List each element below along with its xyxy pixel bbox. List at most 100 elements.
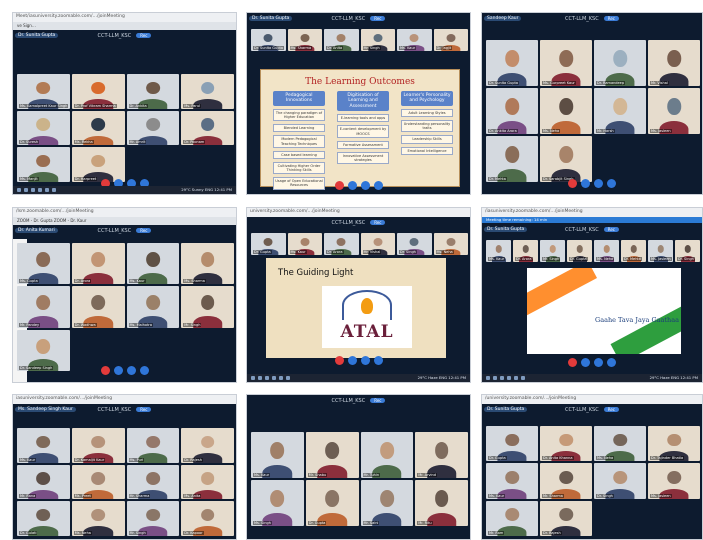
leave-call-icon[interactable] [373,356,383,365]
participant-video-tile[interactable]: Ms. Sharma [181,243,234,285]
participant-video-tile[interactable]: Mr. Harsh [594,88,646,134]
taskbar-app-icon[interactable] [493,376,497,380]
participant-video-tile[interactable]: Dr. Tajinder Bhatia [648,426,700,462]
participant-video-tile[interactable]: Mr. Vishal [648,40,700,86]
record-button[interactable]: Rec [370,398,386,403]
taskbar-app-icon[interactable] [272,376,276,380]
camera-icon[interactable] [347,356,357,365]
participant-video-tile[interactable]: Ms. Jasleen [648,88,700,134]
mic-off-icon[interactable] [334,181,344,190]
participant-video-tile[interactable]: Ms. Neha [594,426,646,462]
participant-video-tile[interactable]: Ms. Kaur [486,463,538,499]
taskbar-app-icon[interactable] [45,188,49,192]
participant-video-tile[interactable]: Dr. Singh [397,233,432,255]
browser-address-bar[interactable]: Meet/iasuniversity.zoomable.com/…/joinMe… [13,13,236,22]
participant-video-tile[interactable]: Ms. Anita [181,464,234,500]
participant-video-tile[interactable]: Mr. Amrit [126,110,180,146]
participant-video-tile[interactable]: Dr. Gulati [17,501,70,536]
taskbar-app-icon[interactable] [286,376,290,380]
taskbar-app-icon[interactable] [258,376,262,380]
participant-video-tile[interactable]: Ms. Sharma [287,29,322,51]
taskbar-app-icon[interactable] [514,376,518,380]
participant-video-tile[interactable]: Dr. Kapoor [181,501,234,536]
browser-tab-bar[interactable]: ZOOM - Dr. Gupta ZOOM - Dr. Kaur [13,217,236,225]
participant-video-tile[interactable]: Dr. Prof Vikram Sharma [71,74,125,109]
taskbar-app-icon[interactable] [24,188,28,192]
participant-video-tile[interactable]: Ms. Kaur [251,432,304,478]
participant-video-tile[interactable]: Mr. Tuhin [360,432,414,478]
camera-icon[interactable] [581,179,590,188]
camera-icon[interactable] [581,358,590,367]
participant-video-tile[interactable]: Mr. Rana [17,464,70,500]
mic-off-icon[interactable] [100,366,110,375]
participant-video-tile[interactable]: Dr. Mehta [621,240,646,262]
participant-video-tile[interactable]: Mr. Arvind [415,432,468,478]
share-screen-icon[interactable] [594,358,603,367]
participant-video-tile[interactable]: Mr. Ram [486,500,538,536]
participant-video-tile[interactable]: Ms. Rekha [71,110,125,146]
browser-address-bar[interactable]: /iasuniversity.zoomable.com/…/joinMeetin… [482,208,702,217]
participant-video-tile[interactable]: Dr. Kamaljit Kaur [71,428,125,463]
participant-video-tile[interactable]: Ms. Kaur [397,29,432,51]
participant-video-tile[interactable]: Ms. Neha [540,88,592,134]
participant-video-tile[interactable]: Ms. Gurpreet Kaur [540,40,592,86]
participant-video-tile[interactable]: Dr. Sandeep Singh [17,329,70,371]
participant-video-tile[interactable]: Ms. Kamalpreet Kaur Singh [17,74,70,109]
participant-video-tile[interactable]: Dr. Rajesh [181,428,234,463]
participant-video-tile[interactable]: Mr. Singh [360,29,395,51]
mic-off-icon[interactable] [334,356,344,365]
camera-icon[interactable] [113,366,123,375]
leave-call-icon[interactable] [607,179,616,188]
participant-video-tile[interactable]: Ms. Singh [251,480,304,526]
participant-video-tile[interactable]: Mr. Singh [126,501,180,536]
participant-video-tile[interactable]: Ms. Parul [181,74,234,109]
mic-off-icon[interactable] [568,358,577,367]
participant-video-tile[interactable]: Dr. Singh [594,463,646,499]
participant-video-tile[interactable]: Dr. Suresh [17,110,70,146]
taskbar-app-icon[interactable] [251,376,255,380]
taskbar-app-icon[interactable] [279,376,283,380]
participant-video-tile[interactable]: Dr. Gupta [251,233,286,255]
participant-video-tile[interactable]: Dr. Gupta [305,480,359,526]
participant-video-tile[interactable]: Ms. Malhotra [126,286,180,328]
participant-video-tile[interactable]: Dr. Anita Khanna [540,426,592,462]
participant-video-tile[interactable]: Dr. Anita [324,29,359,51]
browser-address-bar[interactable]: /lsm.zoomable.com/…/joinMeeting [13,208,236,217]
participant-video-tile[interactable]: Ms. Kaur [287,233,322,255]
participant-video-tile[interactable]: Dr. Rajesh [540,500,592,536]
participant-video-tile[interactable]: Mr. Saini [360,480,414,526]
participant-video-tile[interactable]: Mr. Vishal [360,233,395,255]
record-button[interactable]: Rec [370,220,386,225]
record-button[interactable]: Rec [603,16,619,21]
taskbar-app-icon[interactable] [521,376,525,380]
participant-video-tile[interactable]: Mr. Sharma [540,463,592,499]
taskbar-app-icon[interactable] [38,188,42,192]
leave-call-icon[interactable] [607,358,616,367]
record-button[interactable]: Rec [370,16,386,21]
participant-video-tile[interactable]: Ms. Neha [433,233,468,255]
share-screen-icon[interactable] [360,181,370,190]
taskbar-app-icon[interactable] [486,376,490,380]
participant-video-tile[interactable]: Dr. Harpreet [71,147,125,182]
leave-call-icon[interactable] [373,181,383,190]
participant-video-tile[interactable]: Ms. Gupta [17,243,70,285]
participant-video-tile[interactable]: Ms. Kaur [126,243,180,285]
mic-off-icon[interactable] [568,179,577,188]
record-button[interactable]: Rec [136,407,152,412]
taskbar-app-icon[interactable] [17,188,21,192]
participant-video-tile[interactable]: Mr. Pandey [17,286,70,328]
participant-video-tile[interactable]: Dr. Jagjit [433,29,468,51]
taskbar-app-icon[interactable] [507,376,511,380]
camera-icon[interactable] [347,181,357,190]
participant-video-tile[interactable]: Dr. Ankita [126,74,180,109]
participant-video-tile[interactable]: Ms. Kaur [17,428,70,463]
participant-video-tile[interactable]: Ms. Jasleen [648,240,673,262]
participant-video-tile[interactable]: Mr. Shabu [305,432,359,478]
browser-address-bar[interactable]: /university.zoomable.com/…/joinMeeting [482,395,702,404]
participant-video-tile[interactable]: Mr. Sharma [126,464,180,500]
participant-video-tile[interactable]: Dr. Sunita Gupta [486,40,538,86]
participant-video-tile[interactable]: Ms. Preet [71,464,125,500]
participant-video-tile[interactable]: Dr. Sunita Gupta [251,29,286,51]
leave-call-icon[interactable] [139,366,149,375]
record-button[interactable]: Rec [136,228,152,233]
